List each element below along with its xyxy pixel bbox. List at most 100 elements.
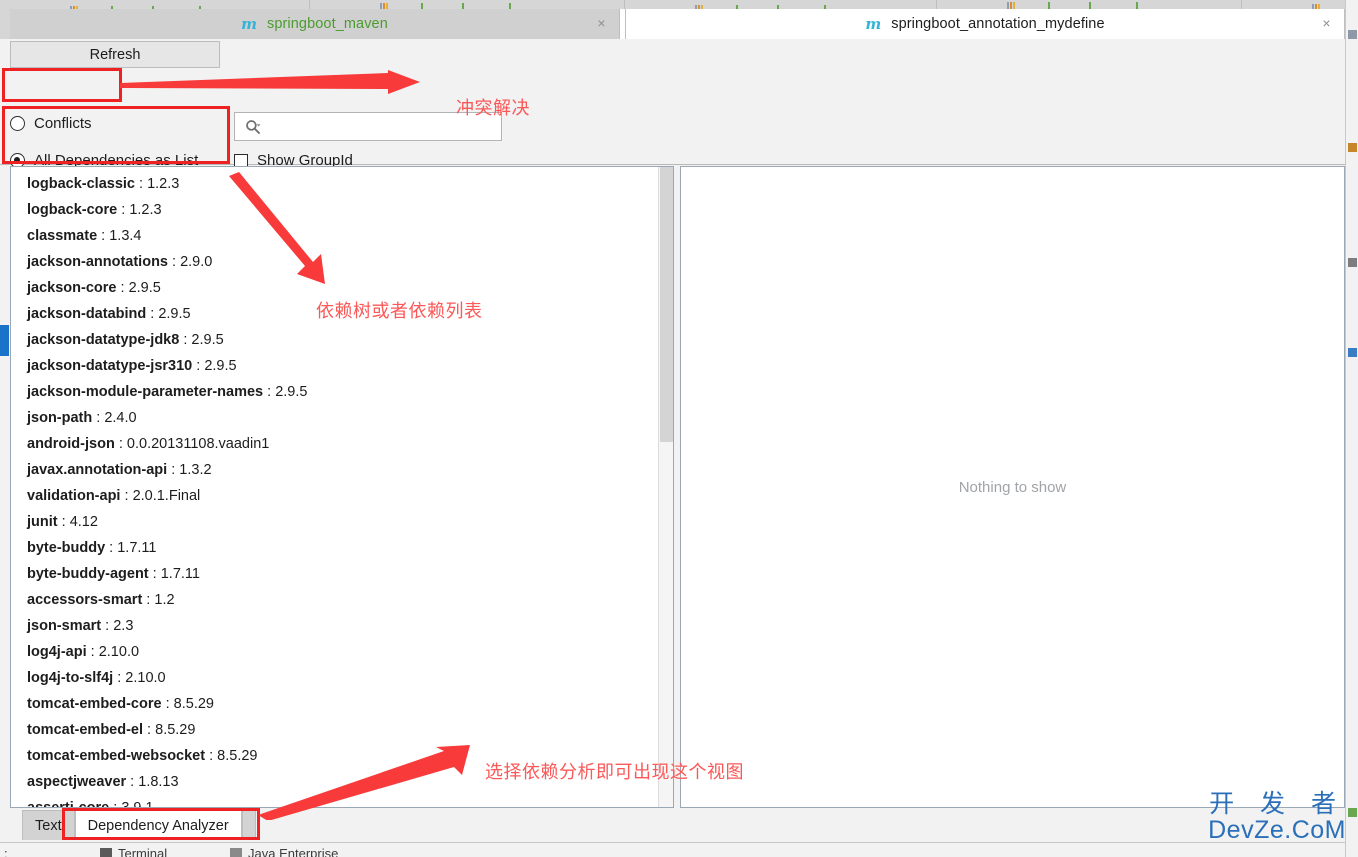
editor-tab-sliver-glyphs [695,2,826,9]
dependency-row[interactable]: tomcat-embed-el : 8.5.29 [27,717,659,743]
dependency-name: jackson-core [27,280,117,296]
dependency-separator: : [148,566,161,582]
project-tab-springboot-annotation-mydefine[interactable]: m springboot_annotation_mydefine × [625,9,1345,39]
dependency-version: 1.8.13 [138,774,179,790]
bean-validation-icon [1348,143,1357,152]
editor-tab-sliver[interactable] [625,0,937,9]
dependency-separator: : [92,410,105,426]
dependency-version: 1.2.3 [129,202,162,218]
dependency-row[interactable]: classmate : 1.3.4 [27,223,659,249]
bottom-tab-text-label: Text [35,817,62,834]
dependency-row[interactable]: jackson-datatype-jdk8 : 2.9.5 [27,327,659,353]
dependency-version: 2.3 [113,618,134,634]
dependency-row[interactable]: jackson-annotations : 2.9.0 [27,249,659,275]
editor-tab-sliver[interactable] [0,0,310,9]
editor-tab-sliver[interactable] [310,0,625,9]
radio-conflicts[interactable]: Conflicts [10,115,92,132]
dependency-name: logback-classic [27,176,135,192]
dependency-version: 4.12 [69,514,98,530]
bottom-tab-dependency-analyzer[interactable]: Dependency Analyzer [74,810,242,840]
dependency-version: 3.9.1 [121,800,154,808]
dependency-row[interactable]: android-json : 0.0.20131108.vaadin1 [27,431,659,457]
dependency-name: classmate [27,228,98,244]
editor-tab-sliver-glyphs [380,2,511,9]
dependency-detail-pane: Nothing to show [680,166,1345,808]
status-item-java-enterprise[interactable]: Java Enterprise [248,846,338,857]
dependency-list-pane: logback-classic : 1.2.3 logback-core : 1.… [10,166,674,808]
dependency-name: byte-buddy-agent [27,566,149,582]
dependency-name: tomcat-embed-core [27,696,162,712]
right-tool-window-strip: DatabaseBean ValidationServicesMaven Pro… [1345,0,1358,857]
dependency-version: 1.3.4 [109,228,142,244]
dependency-version: 1.2.3 [147,176,180,192]
dependency-row[interactable]: json-path : 2.4.0 [27,405,659,431]
status-item-terminal[interactable]: Terminal [118,846,167,857]
dependency-separator: : [97,228,110,244]
dependency-version: 8.5.29 [155,722,196,738]
bottom-tab-text[interactable]: Text [22,810,75,840]
dependency-name: assertj-core [27,800,110,808]
editor-tab-sliver[interactable] [1242,0,1358,9]
dependency-row[interactable]: byte-buddy-agent : 1.7.11 [27,561,659,587]
dependency-row[interactable]: jackson-datatype-jsr310 : 2.9.5 [27,353,659,379]
dependency-row[interactable]: jackson-core : 2.9.5 [27,275,659,301]
dependency-name: json-smart [27,618,102,634]
dependency-separator: : [105,540,118,556]
dependency-version: 2.9.5 [128,280,161,296]
scrollbar-thumb[interactable] [660,167,673,442]
dependency-row[interactable]: jackson-module-parameter-names : 2.9.5 [27,379,659,405]
close-icon[interactable]: × [594,16,609,31]
dependency-row[interactable]: byte-buddy : 1.7.11 [27,535,659,561]
dependency-row[interactable]: tomcat-embed-websocket : 8.5.29 [27,743,659,769]
dependency-name: log4j-to-slf4j [27,670,114,686]
dependency-row[interactable]: aspectjweaver : 1.8.13 [27,769,659,795]
maven-projects-icon [1348,348,1357,357]
dependency-version: 2.9.5 [191,332,224,348]
dependency-list-scrollbar[interactable] [658,167,673,807]
bottom-tab-spacer [241,810,256,840]
dependency-name: tomcat-embed-websocket [27,748,206,764]
dependency-separator: : [142,592,155,608]
dependency-separator: : [117,202,130,218]
dependency-separator: : [168,254,181,270]
refresh-button[interactable]: Refresh [10,41,220,68]
dependency-version: 2.9.5 [275,384,308,400]
dependency-name: jackson-annotations [27,254,168,270]
dependency-separator: : [113,670,126,686]
editor-tab-sliver-glyphs [70,2,201,9]
dependency-separator: : [263,384,276,400]
refresh-button-label: Refresh [89,46,141,63]
editor-tab-sliver[interactable] [937,0,1242,9]
dependency-row[interactable]: javax.annotation-api : 1.3.2 [27,457,659,483]
dependency-row[interactable]: log4j-to-slf4j : 2.10.0 [27,665,659,691]
dependency-separator: : [114,436,127,452]
analyzer-toolbar: Refresh Conflicts All Dependencies as Li… [0,39,1345,198]
dependency-version: 2.9.5 [204,358,237,374]
dependency-row[interactable]: logback-classic : 1.2.3 [27,171,659,197]
dependency-version: 1.3.2 [179,462,212,478]
dependency-version: 2.10.0 [125,670,166,686]
dependency-row[interactable]: assertj-core : 3.9.1 [27,795,659,808]
status-item-left[interactable]: : [4,846,8,857]
dependency-row[interactable]: log4j-api : 2.10.0 [27,639,659,665]
dependency-row[interactable]: accessors-smart : 1.2 [27,587,659,613]
dependency-name: validation-api [27,488,121,504]
dependency-row[interactable]: json-smart : 2.3 [27,613,659,639]
project-tab-springboot-maven[interactable]: m springboot_maven × [10,9,620,39]
dependency-name: tomcat-embed-el [27,722,144,738]
dependency-list[interactable]: logback-classic : 1.2.3 logback-core : 1.… [11,167,659,808]
dependency-row[interactable]: jackson-databind : 2.9.5 [27,301,659,327]
dependency-row[interactable]: logback-core : 1.2.3 [27,197,659,223]
dependency-name: jackson-datatype-jsr310 [27,358,193,374]
dependency-separator: : [57,514,70,530]
dependency-version: 1.7.11 [160,566,200,582]
search-input[interactable] [234,112,502,141]
dependency-name: byte-buddy [27,540,106,556]
dependency-row[interactable]: validation-api : 2.0.1.Final [27,483,659,509]
dependency-row[interactable]: junit : 4.12 [27,509,659,535]
dependency-row[interactable]: tomcat-embed-core : 8.5.29 [27,691,659,717]
status-bar: : Terminal Java Enterprise [0,842,1358,857]
dependency-name: jackson-module-parameter-names [27,384,264,400]
close-icon[interactable]: × [1319,16,1334,31]
java-enterprise-icon [230,848,242,857]
